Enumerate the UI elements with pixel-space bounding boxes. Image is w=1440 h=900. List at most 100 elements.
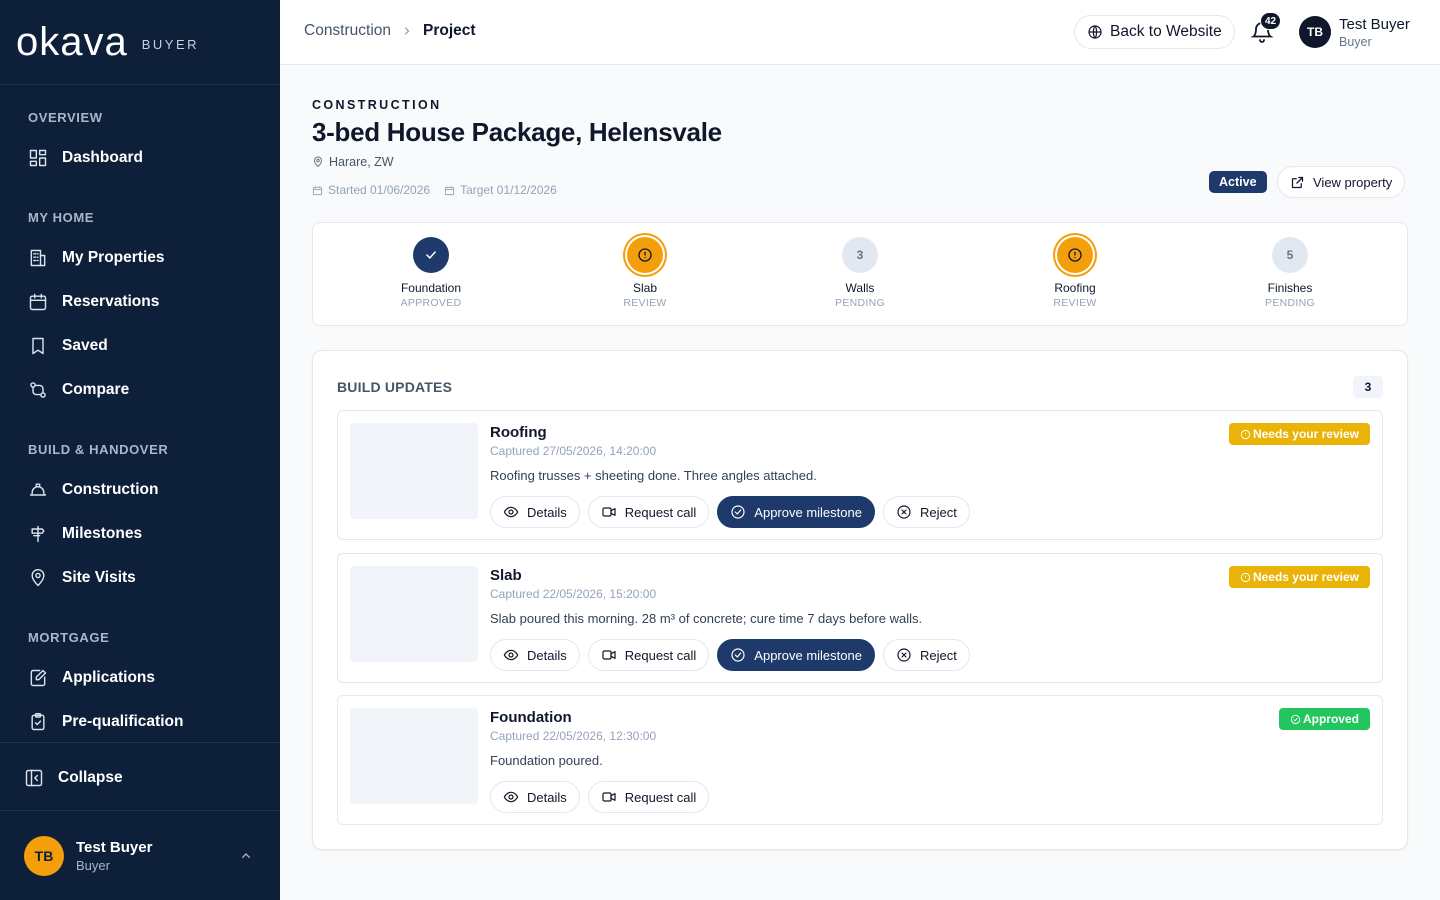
update-thumbnail[interactable] (350, 708, 478, 804)
video-icon (602, 792, 616, 802)
collapse-icon (25, 769, 43, 787)
reject-label: Reject (919, 504, 957, 520)
update-thumbnail[interactable] (350, 423, 478, 519)
sidebar-item-reservations[interactable]: Reservations (28, 290, 159, 314)
sidebar-item-pre-qualification[interactable]: Pre-qualification (28, 710, 183, 734)
back-to-website-button[interactable]: Back to Website (1074, 15, 1235, 49)
approve-milestone-button[interactable]: Approve milestone (717, 639, 875, 671)
logo-subtitle: BUYER (141, 36, 200, 52)
section-mortgage: MORTGAGE (28, 630, 110, 645)
breadcrumb-construction[interactable]: Construction (304, 22, 391, 40)
file-edit-icon (30, 669, 47, 687)
step-circle (627, 237, 663, 273)
check-circle-icon (731, 505, 745, 519)
check-circle-icon (731, 648, 745, 662)
request-call-label: Request call (624, 647, 697, 663)
details-button[interactable]: Details (490, 639, 580, 671)
step-status: APPROVED (400, 297, 462, 309)
sidebar-item-my-properties[interactable]: My Properties (28, 246, 165, 270)
update-card: Slab Captured 22/05/2026, 15:20:00 Slab … (337, 553, 1383, 683)
dashboard-icon (29, 149, 47, 167)
page-title: 3-bed House Package, Helensvale (312, 117, 722, 147)
details-button[interactable]: Details (490, 496, 580, 528)
step-circle (1057, 237, 1093, 273)
update-actions: Details Request call (490, 781, 710, 813)
topbar: Construction Project Back to Website 42 … (280, 0, 1440, 65)
update-title: Foundation (490, 709, 572, 726)
sidebar-item-saved[interactable]: Saved (28, 334, 108, 358)
check-icon (426, 251, 436, 259)
step-status: PENDING (835, 297, 885, 309)
calendar-icon (29, 293, 47, 311)
request-call-button[interactable]: Request call (587, 639, 710, 671)
details-button[interactable]: Details (490, 781, 580, 813)
sidebar-item-construction[interactable]: Construction (28, 478, 158, 502)
signpost-icon (31, 525, 45, 543)
sidebar-item-dashboard[interactable]: Dashboard (28, 146, 143, 170)
step-status: REVIEW (1053, 297, 1097, 309)
reject-button[interactable]: Reject (882, 639, 970, 671)
details-label: Details (527, 647, 567, 663)
eye-icon (503, 506, 519, 518)
approve-milestone-label: Approve milestone (754, 504, 862, 520)
eye-icon (503, 649, 519, 661)
update-actions: Details Request call Approve milestone R… (490, 639, 970, 671)
hardhat-icon (29, 483, 47, 496)
calendar-icon (445, 185, 455, 195)
start-date: Started 01/06/2026 (312, 183, 430, 197)
view-property-label: View property (1313, 174, 1393, 190)
step-slab[interactable]: Slab REVIEW (585, 237, 705, 309)
request-call-label: Request call (624, 504, 697, 520)
sidebar-item-milestones[interactable]: Milestones (28, 522, 142, 546)
update-title: Roofing (490, 424, 547, 441)
sidebar-item-applications[interactable]: Applications (28, 666, 155, 690)
video-icon (602, 507, 616, 517)
request-call-button[interactable]: Request call (587, 781, 710, 813)
update-captured: Captured 22/05/2026, 12:30:00 (490, 729, 657, 743)
step-name: Walls (845, 281, 875, 295)
status-badge: Active (1209, 171, 1267, 193)
collapse-button[interactable]: Collapse (24, 766, 123, 790)
update-actions: Details Request call Approve milestone R… (490, 496, 970, 528)
reject-button[interactable]: Reject (882, 496, 970, 528)
map-pin-icon (31, 568, 45, 587)
step-circle (413, 237, 449, 273)
details-label: Details (527, 789, 567, 805)
target-date: Target 01/12/2026 (444, 183, 557, 197)
sidebar-user[interactable]: TB Test Buyer Buyer (24, 836, 152, 876)
avatar[interactable]: TB (1299, 16, 1331, 48)
sidebar-item-label: Pre-qualification (62, 713, 184, 730)
sidebar-item-label: Applications (62, 669, 156, 686)
breadcrumb: Construction Project (304, 22, 476, 40)
step-foundation[interactable]: Foundation APPROVED (371, 237, 491, 309)
step-roofing[interactable]: Roofing REVIEW (1015, 237, 1135, 309)
sidebar-item-compare[interactable]: Compare (28, 378, 129, 402)
sidebar-item-label: Reservations (62, 293, 160, 310)
update-captured: Captured 27/05/2026, 14:20:00 (490, 444, 657, 458)
back-to-website-label: Back to Website (1110, 23, 1222, 40)
build-updates-title: BUILD UPDATES (337, 379, 453, 395)
approve-milestone-button[interactable]: Approve milestone (717, 496, 875, 528)
build-updates-panel: BUILD UPDATES 3 Roofing Captured 27/05/2… (312, 350, 1408, 850)
logo[interactable]: okava BUYER (0, 0, 280, 85)
view-property-button[interactable]: View property (1277, 166, 1406, 198)
sidebar-divider (0, 742, 280, 743)
step-finishes[interactable]: 5 Finishes PENDING (1230, 237, 1350, 309)
step-walls[interactable]: 3 Walls PENDING (800, 237, 920, 309)
badge-label: Needs your review (1252, 570, 1359, 584)
chevron-up-icon[interactable] (238, 848, 254, 864)
sidebar-item-site-visits[interactable]: Site Visits (28, 566, 136, 590)
status-badge: Approved (1278, 708, 1370, 730)
alert-circle-icon (1068, 248, 1082, 262)
sidebar-item-label: Saved (62, 337, 108, 354)
project-location: Harare, ZW (312, 155, 394, 169)
step-name: Slab (632, 281, 658, 295)
alert-circle-icon (1240, 572, 1251, 582)
update-description: Foundation poured. (490, 753, 603, 768)
update-thumbnail[interactable] (350, 566, 478, 662)
step-name: Finishes (1267, 281, 1313, 295)
request-call-button[interactable]: Request call (587, 496, 710, 528)
external-link-icon (1291, 176, 1304, 188)
update-description: Roofing trusses + sheeting done. Three a… (490, 468, 817, 483)
reject-label: Reject (919, 647, 957, 663)
